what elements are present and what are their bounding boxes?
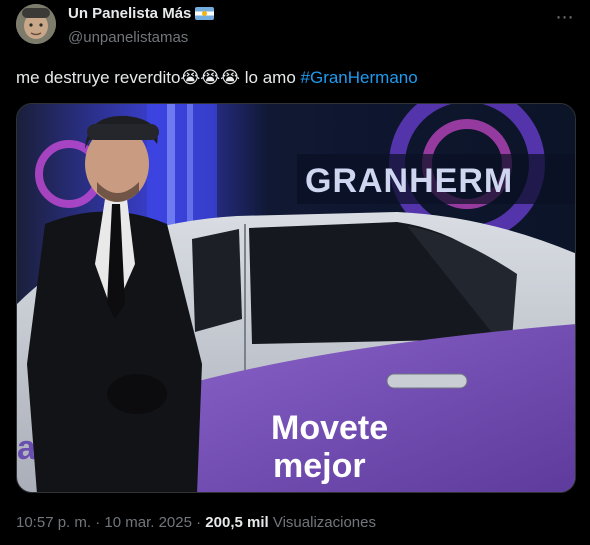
tweet-time[interactable]: 10:57 p. m. <box>16 514 91 531</box>
avatar[interactable] <box>16 4 56 44</box>
car-text-line2: mejor <box>273 447 366 485</box>
tweet-meta: 10:57 p. m. · 10 mar. 2025 · 200,5 mil V… <box>16 514 376 531</box>
author-name-row[interactable]: Un Panelista Más <box>68 5 215 22</box>
views-count: 200,5 mil <box>205 514 269 531</box>
tweet-date[interactable]: 10 mar. 2025 <box>104 514 192 531</box>
crying-emoji-icon: 😭 <box>180 68 201 87</box>
meta-separator: · <box>95 514 101 531</box>
argentina-flag-icon <box>195 7 215 20</box>
tweet-text-end: lo amo <box>240 68 301 87</box>
author-handle[interactable]: @unpanelistamas <box>68 29 188 46</box>
crying-emoji-icon: 😭 <box>220 68 241 87</box>
tweet-media[interactable]: GRANHERM Movete mejor ab <box>16 103 576 493</box>
tweet-text: me destruye reverdito😭😭😭 lo amo #GranHer… <box>16 67 418 89</box>
author-display-name[interactable]: Un Panelista Más <box>68 5 191 22</box>
sign-text: GRANHERM <box>305 162 513 200</box>
more-options-button[interactable]: ⋯ <box>554 6 576 28</box>
tweet: Un Panelista Más @unpanelistamas ⋯ me de… <box>0 0 590 545</box>
car-text-line1: Movete <box>271 409 388 447</box>
views-label: Visualizaciones <box>272 514 376 531</box>
tweet-text-start: me destruye reverdito <box>16 68 181 87</box>
meta-separator: · <box>196 514 202 531</box>
hashtag-link[interactable]: #GranHermano <box>301 68 418 87</box>
crying-emoji-icon: 😭 <box>200 68 221 87</box>
more-dots-icon: ⋯ <box>555 6 575 27</box>
